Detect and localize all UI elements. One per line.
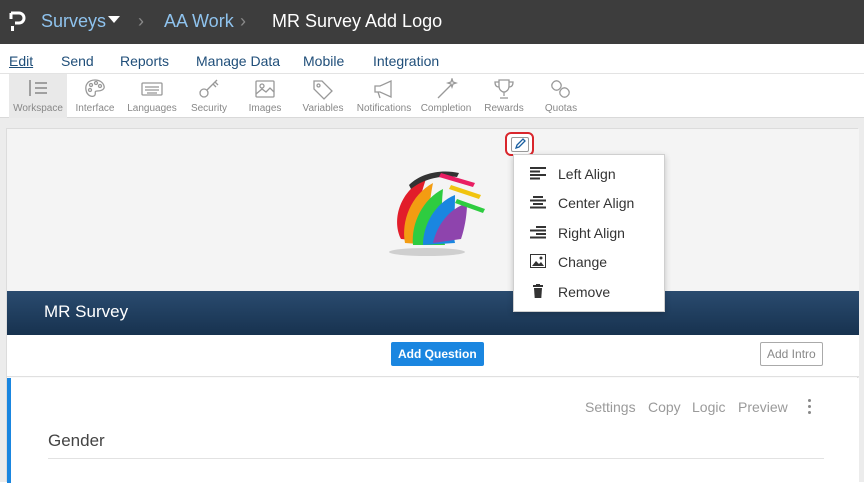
keyboard-icon — [141, 82, 163, 96]
breadcrumb-separator: › — [138, 11, 144, 31]
survey-title[interactable]: MR Survey — [44, 302, 128, 322]
menu-edit[interactable]: Edit — [9, 53, 33, 69]
edit-logo-button[interactable] — [505, 132, 534, 156]
tool-notifications[interactable]: Notifications — [354, 74, 414, 118]
align-right-icon — [530, 226, 546, 239]
workspace-icon — [29, 80, 47, 96]
question-preview-link[interactable]: Preview — [738, 399, 788, 415]
breadcrumb-aa-work[interactable]: AA Work — [164, 11, 234, 32]
menu-manage-data[interactable]: Manage Data — [196, 53, 280, 69]
trophy-icon — [494, 79, 514, 99]
tool-images[interactable]: Images — [240, 74, 290, 118]
menu-item-label: Remove — [558, 284, 611, 300]
survey-logo-image — [389, 171, 485, 256]
more-options-icon[interactable] — [808, 399, 812, 417]
tool-label: Interface — [75, 103, 115, 114]
tool-rewards[interactable]: Rewards — [480, 74, 528, 118]
tool-completion[interactable]: Completion — [418, 74, 474, 118]
survey-title-band: MR Survey — [7, 291, 859, 335]
tool-variables[interactable]: Variables — [297, 74, 349, 118]
survey-actions: Add Question Add Intro — [7, 335, 859, 377]
tool-label: Variables — [302, 103, 344, 114]
question-logic-link[interactable]: Logic — [692, 399, 725, 415]
top-bar: Surveys › AA Work › MR Survey Add Logo — [0, 0, 864, 44]
palette-icon — [85, 79, 105, 97]
menu-item-label: Change — [558, 254, 608, 270]
megaphone-icon — [374, 79, 392, 99]
menu-right-align[interactable]: Right Align — [514, 218, 666, 247]
link-icon — [551, 80, 570, 98]
question-copy-link[interactable]: Copy — [648, 399, 681, 415]
divider — [48, 458, 824, 459]
align-center-icon — [530, 196, 546, 209]
menu-item-label: Center Align — [558, 195, 635, 211]
question-settings-link[interactable]: Settings — [585, 399, 636, 415]
trash-icon — [533, 284, 543, 298]
key-icon — [199, 79, 219, 98]
breadcrumb-surveys[interactable]: Surveys — [41, 11, 106, 32]
survey-panel: MR Survey Add Question Add Intro Setting… — [6, 128, 859, 483]
edit-toolbar: Workspace Interface Languages Security I… — [0, 74, 864, 118]
tool-label: Completion — [420, 103, 472, 114]
tool-label: Security — [190, 103, 228, 114]
menu-left-align[interactable]: Left Align — [514, 159, 666, 188]
logo-options-menu: Left Align Center Align Right Align Chan… — [513, 154, 665, 312]
tool-security[interactable]: Security — [184, 74, 234, 118]
question-card[interactable]: Settings Copy Logic Preview Gender — [7, 378, 859, 483]
add-question-button[interactable]: Add Question — [391, 342, 484, 366]
menu-item-label: Left Align — [558, 166, 616, 182]
tool-workspace[interactable]: Workspace — [9, 74, 67, 118]
tool-label: Quotas — [544, 103, 578, 114]
logo-area — [7, 129, 859, 291]
chevron-down-icon[interactable] — [108, 16, 120, 23]
menu-remove-logo[interactable]: Remove — [514, 277, 666, 306]
menu-mobile[interactable]: Mobile — [303, 53, 344, 69]
tool-label: Notifications — [356, 103, 412, 114]
image-icon — [255, 80, 275, 98]
tool-interface[interactable]: Interface — [70, 74, 120, 118]
tool-label: Languages — [127, 103, 177, 114]
menu-item-label: Right Align — [558, 225, 625, 241]
tag-icon — [313, 80, 333, 100]
menu-send[interactable]: Send — [61, 53, 94, 69]
breadcrumb-separator: › — [240, 11, 246, 31]
tool-languages[interactable]: Languages — [124, 74, 180, 118]
tool-label: Images — [248, 103, 282, 114]
menu-center-align[interactable]: Center Align — [514, 188, 666, 217]
question-title[interactable]: Gender — [48, 431, 105, 451]
app-logo-icon[interactable] — [8, 9, 28, 35]
tool-label: Rewards — [484, 103, 524, 114]
tool-quotas[interactable]: Quotas — [538, 74, 584, 118]
menu-reports[interactable]: Reports — [120, 53, 169, 69]
menu-change-logo[interactable]: Change — [514, 247, 666, 276]
add-intro-button[interactable]: Add Intro — [760, 342, 823, 366]
survey-canvas: MR Survey Add Question Add Intro Setting… — [0, 118, 864, 483]
edit-icon — [511, 137, 529, 152]
image-icon — [530, 254, 546, 268]
align-left-icon — [530, 167, 546, 180]
magic-wand-icon — [437, 78, 458, 99]
main-menu: Edit Send Reports Manage Data Mobile Int… — [0, 44, 864, 74]
page-title: MR Survey Add Logo — [272, 11, 443, 31]
tool-label: Workspace — [13, 103, 63, 114]
menu-integration[interactable]: Integration — [373, 53, 439, 69]
